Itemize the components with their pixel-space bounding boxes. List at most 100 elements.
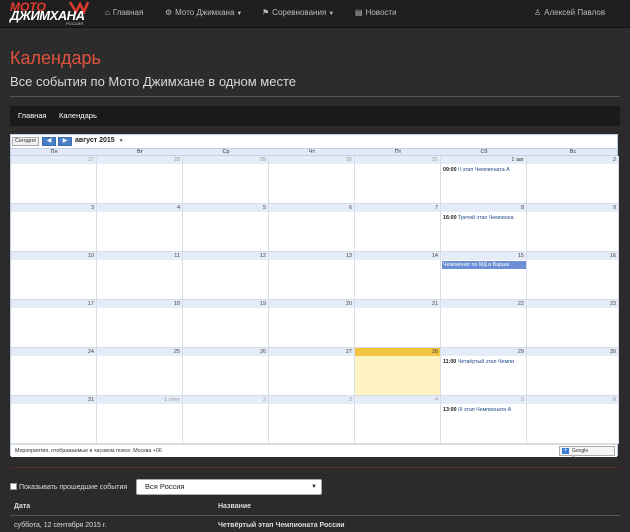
day-number: 2 <box>262 397 266 403</box>
calendar-day-cell[interactable]: 20 <box>269 300 355 348</box>
day-header-strip <box>183 204 268 212</box>
calendar-day-cell[interactable]: 3 <box>11 204 97 252</box>
day-header-strip <box>11 396 96 404</box>
day-number: 30 <box>345 157 352 163</box>
day-number: 26 <box>259 349 266 355</box>
day-header-strip <box>441 252 526 260</box>
day-header-strip <box>269 348 354 356</box>
day-number: 7 <box>434 205 438 211</box>
weekday-label: Вс <box>569 149 577 155</box>
calendar-day-cell[interactable]: 28 <box>355 348 441 396</box>
calendar-day-cell[interactable]: 21 <box>355 300 441 348</box>
nav-news[interactable]: ▤ Новости <box>355 8 397 17</box>
day-header-strip <box>527 204 618 212</box>
calendar-event[interactable]: 13:00 III этап Чемпионата А <box>443 407 525 413</box>
calendar-day-cell[interactable]: 26 <box>183 348 269 396</box>
site-logo[interactable]: МОТО ДЖИМХАНА РОССИЯ <box>8 0 90 26</box>
chevron-down-icon: ▼ <box>118 138 124 144</box>
nav-user-menu[interactable]: ♙ Алексей Павлов <box>534 8 605 17</box>
day-number: 27 <box>87 157 94 163</box>
calendar-day-cell[interactable]: 7 <box>355 204 441 252</box>
calendar-day-cell[interactable]: 27 <box>269 348 355 396</box>
day-number: 24 <box>87 349 94 355</box>
calendar-day-cell[interactable]: 10 <box>11 252 97 300</box>
calendar-day-cell[interactable]: 25 <box>97 348 183 396</box>
nav-moto-gymkhana[interactable]: ⚙ Мото Джимхана ▼ <box>165 8 242 17</box>
calendar-day-cell[interactable]: 11 <box>97 252 183 300</box>
day-number: 1 авг <box>511 157 524 163</box>
calendar-day-cell[interactable]: 15 Чемпионат по МД в Варша <box>441 252 527 300</box>
calendar-day-cell[interactable]: 3 <box>269 396 355 444</box>
day-number: 28 <box>173 157 180 163</box>
next-month-button[interactable]: ▶ <box>58 137 72 146</box>
calendar-day-cell[interactable]: 13 <box>269 252 355 300</box>
calendar-day-cell[interactable]: 12 <box>183 252 269 300</box>
add-to-google-calendar-button[interactable]: + Google Календарь <box>559 446 615 462</box>
calendar-day-cell[interactable]: 23 <box>527 300 619 348</box>
page-subtitle: Все события по Мото Джимхане в одном мес… <box>10 74 297 89</box>
nav-competitions[interactable]: ⚑ Соревнования ▼ <box>262 8 334 17</box>
calendar-day-cell[interactable]: 8 16:00 Третий этап Чемпиона <box>441 204 527 252</box>
day-header-strip <box>11 204 96 212</box>
calendar-day-cell[interactable]: 17 <box>11 300 97 348</box>
region-select[interactable]: Вся Россия ▼ <box>136 479 322 495</box>
calendar-day-cell[interactable]: 6 <box>527 396 619 444</box>
day-header-strip <box>97 348 182 356</box>
day-header-strip <box>183 156 268 164</box>
calendar-event[interactable]: 16:00 Третий этап Чемпиона <box>443 215 525 221</box>
event-time: 09:00 <box>443 167 457 173</box>
calendar-day-cell[interactable]: 2 <box>183 396 269 444</box>
day-header-strip <box>441 204 526 212</box>
calendar-day-cell[interactable]: 22 <box>441 300 527 348</box>
calendar-day-cell[interactable]: 18 <box>97 300 183 348</box>
calendar-event[interactable]: 09:00 II этап Чемпионата А <box>443 167 525 173</box>
calendar-day-cell[interactable]: 9 <box>527 204 619 252</box>
calendar-day-cell[interactable]: 19 <box>183 300 269 348</box>
calendar-day-cell[interactable]: 16 <box>527 252 619 300</box>
day-number: 3 <box>90 205 94 211</box>
google-calendar-embed: Сегодня ◀ ▶ август 2015 ▼ Пн Вт Ср Чт Пт Сб Вс … <box>10 134 619 462</box>
day-header-strip <box>11 252 96 260</box>
month-selector[interactable]: август 2015 ▼ <box>75 137 124 144</box>
calendar-event[interactable]: Чемпионат по МД в Варша <box>442 261 526 269</box>
calendar-day-cell[interactable]: 29 <box>183 156 269 204</box>
calendar-day-cell[interactable]: 2 <box>527 156 619 204</box>
calendar-day-cell[interactable]: 29 11:00 Четвёртый этап Чемпи <box>441 348 527 396</box>
event-title: Чемпионат по МД в Варша <box>443 262 510 268</box>
calendar-day-cell[interactable]: 31 <box>355 156 441 204</box>
day-header-strip <box>355 348 440 356</box>
chevron-down-icon: ▼ <box>236 11 243 17</box>
day-header-strip <box>269 252 354 260</box>
event-time: 11:00 <box>443 359 457 365</box>
breadcrumb-home[interactable]: Главная <box>18 111 47 120</box>
calendar-day-cell[interactable]: 31 <box>11 396 97 444</box>
calendar-day-cell[interactable]: 4 <box>97 204 183 252</box>
weekday-label: Сб <box>480 149 488 155</box>
page-header: Календарь Все события по Мото Джимхане в… <box>0 28 630 100</box>
calendar-day-cell[interactable]: 14 <box>355 252 441 300</box>
calendar-day-cell[interactable]: 30 <box>527 348 619 396</box>
calendar-event[interactable]: 11:00 Четвёртый этап Чемпи <box>443 359 525 365</box>
calendar-day-cell[interactable]: 28 <box>97 156 183 204</box>
day-number: 14 <box>431 253 438 259</box>
show-past-checkbox[interactable] <box>10 483 17 490</box>
calendar-day-cell[interactable]: 24 <box>11 348 97 396</box>
calendar-day-cell[interactable]: 27 <box>11 156 97 204</box>
calendar-day-cell[interactable]: 30 <box>269 156 355 204</box>
weekday-label: Пт <box>394 149 402 155</box>
show-past-events-toggle[interactable]: Показывать прошедшие события <box>10 483 127 491</box>
nav-home[interactable]: ⌂ Главная <box>105 8 143 17</box>
today-button[interactable]: Сегодня <box>12 137 39 146</box>
day-header-strip <box>355 156 440 164</box>
calendar-day-cell[interactable]: 5 13:00 III этап Чемпионата А <box>441 396 527 444</box>
calendar-day-cell[interactable]: 6 <box>269 204 355 252</box>
calendar-day-cell[interactable]: 5 <box>183 204 269 252</box>
table-header-date: Дата <box>14 503 31 510</box>
prev-month-button[interactable]: ◀ <box>42 137 56 146</box>
calendar-day-cell[interactable]: 1 сент <box>97 396 183 444</box>
day-header-strip <box>183 252 268 260</box>
calendar-day-cell[interactable]: 4 <box>355 396 441 444</box>
day-number: 29 <box>259 157 266 163</box>
calendar-day-cell[interactable]: 1 авг 09:00 II этап Чемпионата А <box>441 156 527 204</box>
table-row-name[interactable]: Четвёртый этап Чемпионата России <box>218 522 345 529</box>
